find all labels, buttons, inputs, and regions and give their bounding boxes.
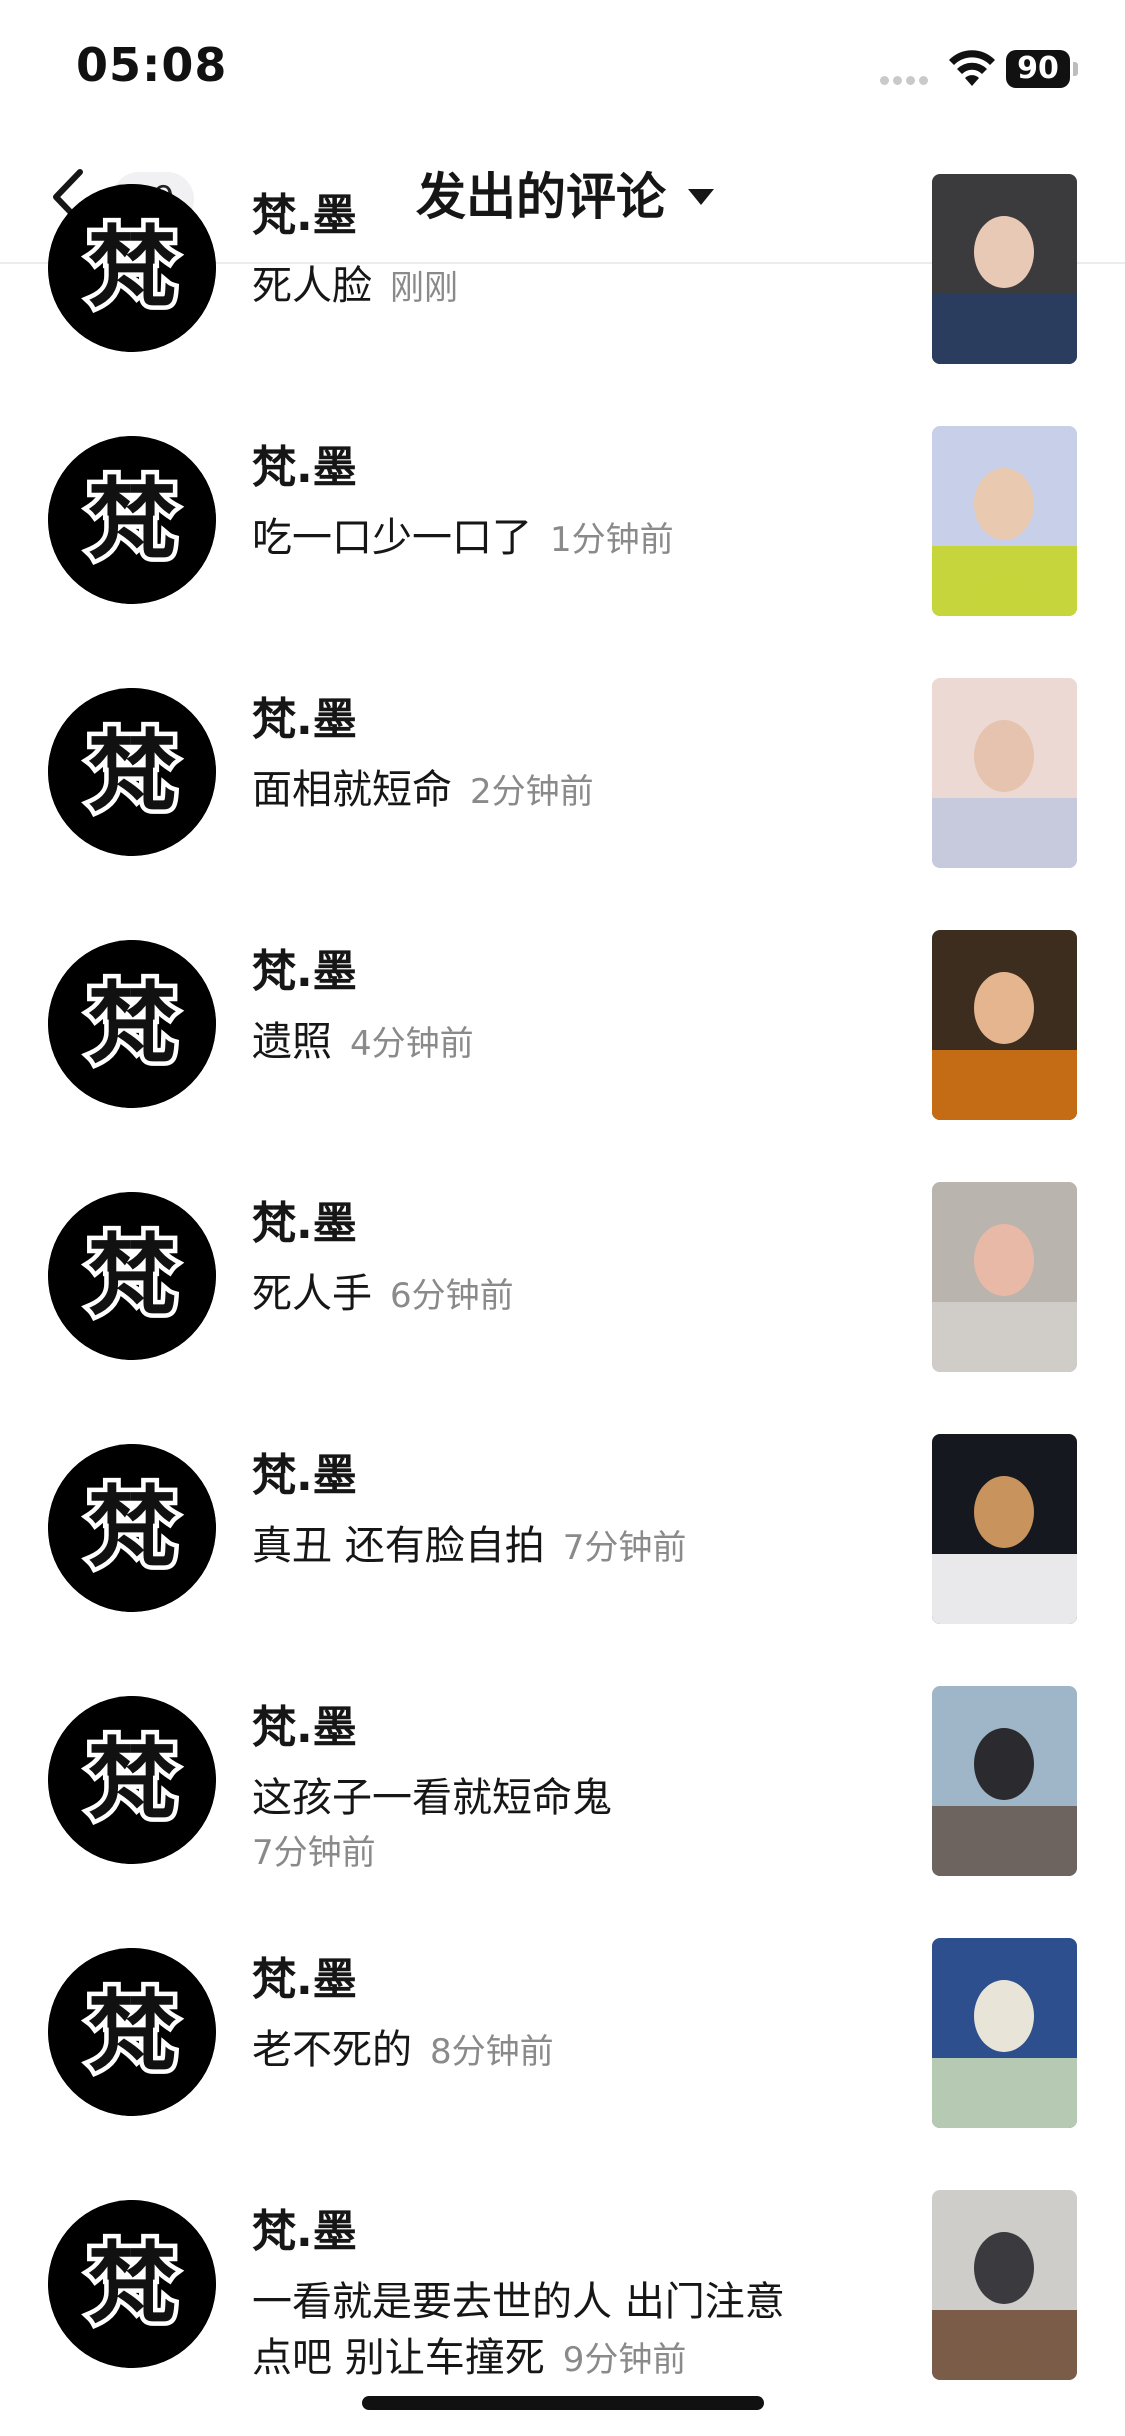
comment-body: 吃一口少一口了 1分钟前 (252, 510, 812, 568)
status-time: 05:08 (76, 38, 228, 92)
comment-item[interactable]: 梵 梵.墨老不死的 8分钟前 (0, 1938, 1125, 2190)
comment-body: 死人手 6分钟前 (252, 1266, 812, 1324)
status-bar: 05:08 90 (0, 0, 1125, 130)
comment-text: 死人脸 (252, 263, 372, 309)
comment-username[interactable]: 梵.墨 (252, 188, 357, 244)
comment-username[interactable]: 梵.墨 (252, 440, 357, 496)
comment-username[interactable]: 梵.墨 (252, 944, 357, 1000)
comment-username[interactable]: 梵.墨 (252, 1448, 357, 1504)
comment-item[interactable]: 梵 梵.墨死人手 6分钟前 (0, 1182, 1125, 1434)
avatar-glyph: 梵 (88, 720, 176, 823)
avatar[interactable]: 梵 (48, 1948, 216, 2116)
comment-body: 一看就是要去世的人 出门注意点吧 别让车撞死 9分钟前 (252, 2274, 812, 2388)
screen: 05:08 90 99 发出的评论 梵梵.墨死人脸刚刚梵梵.墨吃一口少一口了1分… (0, 0, 1125, 2436)
comment-text: 真丑 还有脸自拍 (252, 1523, 545, 1569)
comment-body: 遗照 4分钟前 (252, 1014, 812, 1072)
avatar-glyph: 梵 (88, 2232, 176, 2335)
comment-text: 死人手 (252, 1271, 372, 1317)
comment-time: 6分钟前 (390, 1276, 514, 1316)
comment-item[interactable]: 梵 梵.墨面相就短命 2分钟前 (0, 678, 1125, 930)
comment-body: 面相就短命 2分钟前 (252, 762, 812, 820)
avatar-glyph: 梵 (88, 468, 176, 571)
video-thumbnail[interactable] (932, 426, 1077, 616)
video-thumbnail[interactable] (932, 1182, 1077, 1372)
avatar-glyph: 梵 (88, 1728, 176, 1831)
comment-text: 这孩子一看就短命鬼 (252, 1775, 612, 1821)
comment-username[interactable]: 梵.墨 (252, 1196, 357, 1252)
comment-time: 2分钟前 (470, 772, 594, 812)
avatar[interactable]: 梵 (48, 2200, 216, 2368)
avatar-glyph: 梵 (88, 972, 176, 1075)
comment-username[interactable]: 梵.墨 (252, 692, 357, 748)
comment-body: 真丑 还有脸自拍 7分钟前 (252, 1518, 812, 1576)
video-thumbnail[interactable] (932, 174, 1077, 364)
comment-username[interactable]: 梵.墨 (252, 2204, 357, 2260)
comment-time: 7分钟前 (562, 1528, 687, 1568)
cellular-signal-icon (880, 70, 936, 85)
avatar[interactable]: 梵 (48, 1192, 216, 1360)
comment-text: 一看就是要去世的人 出门注意点吧 别让车撞死 (252, 2279, 785, 2381)
comment-text: 面相就短命 (252, 767, 452, 813)
wifi-icon (949, 50, 995, 86)
battery-level: 90 (1006, 50, 1070, 88)
home-indicator (362, 2396, 764, 2410)
comment-username[interactable]: 梵.墨 (252, 1700, 357, 1756)
comment-item[interactable]: 梵 梵.墨真丑 还有脸自拍 7分钟前 (0, 1434, 1125, 1686)
avatar[interactable]: 梵 (48, 940, 216, 1108)
avatar-glyph: 梵 (88, 216, 176, 319)
comment-time: 刚刚 (390, 268, 458, 308)
comment-text: 遗照 (252, 1019, 332, 1065)
battery-icon: 90 (1006, 50, 1080, 88)
comment-item[interactable]: 梵 梵.墨遗照 4分钟前 (0, 930, 1125, 1182)
comment-item[interactable]: 梵 梵.墨死人脸 刚刚 (0, 174, 1125, 426)
comment-text: 吃一口少一口了 (252, 515, 532, 561)
video-thumbnail[interactable] (932, 678, 1077, 868)
comment-body: 死人脸 刚刚 (252, 258, 812, 316)
comment-username[interactable]: 梵.墨 (252, 1952, 357, 2008)
comment-time: 8分钟前 (430, 2032, 554, 2072)
video-thumbnail[interactable] (932, 1938, 1077, 2128)
comment-text: 老不死的 (252, 2027, 412, 2073)
avatar[interactable]: 梵 (48, 184, 216, 352)
comment-time: 4分钟前 (350, 1024, 474, 1064)
video-thumbnail[interactable] (932, 1434, 1077, 1624)
comment-time: 1分钟前 (550, 520, 674, 560)
avatar-glyph: 梵 (88, 1224, 176, 1327)
video-thumbnail[interactable] (932, 2190, 1077, 2380)
avatar[interactable]: 梵 (48, 436, 216, 604)
comment-body: 这孩子一看就短命鬼 (252, 1770, 812, 1826)
avatar[interactable]: 梵 (48, 1696, 216, 1864)
comment-time: 9分钟前 (562, 2340, 687, 2380)
comment-time: 7分钟前 (252, 1833, 376, 1873)
comment-item[interactable]: 梵 梵.墨这孩子一看就短命鬼 7分钟前 (0, 1686, 1125, 1938)
video-thumbnail[interactable] (932, 930, 1077, 1120)
avatar-glyph: 梵 (88, 1980, 176, 2083)
avatar[interactable]: 梵 (48, 688, 216, 856)
avatar-glyph: 梵 (88, 1476, 176, 1579)
comment-item[interactable]: 梵 梵.墨吃一口少一口了 1分钟前 (0, 426, 1125, 678)
video-thumbnail[interactable] (932, 1686, 1077, 1876)
comment-body: 老不死的 8分钟前 (252, 2022, 812, 2080)
avatar[interactable]: 梵 (48, 1444, 216, 1612)
